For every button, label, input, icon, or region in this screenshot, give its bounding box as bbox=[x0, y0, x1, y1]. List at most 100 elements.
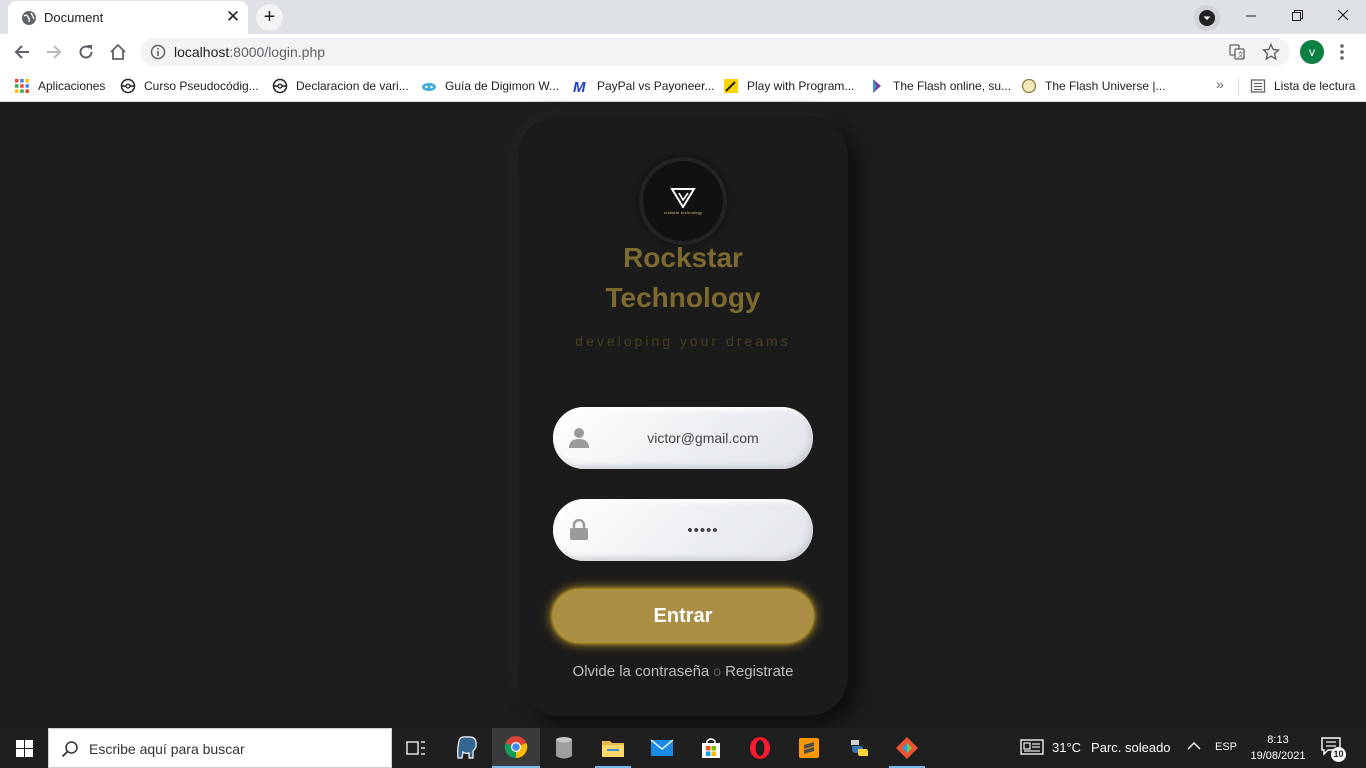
bookmark-label: Declaracion de vari... bbox=[296, 79, 409, 93]
back-button[interactable] bbox=[8, 38, 36, 66]
apps-grid-icon bbox=[15, 79, 29, 93]
search-icon bbox=[61, 741, 78, 758]
system-clock[interactable]: 8:13 19/08/2021 bbox=[1246, 732, 1310, 764]
new-tab-button[interactable]: + bbox=[256, 4, 283, 31]
more-menu-icon[interactable] bbox=[1334, 42, 1350, 62]
bookmark-paypal[interactable]: M PayPal vs Payoneer... bbox=[573, 77, 714, 95]
bookmark-label: PayPal vs Payoneer... bbox=[597, 79, 715, 93]
home-button[interactable] bbox=[104, 38, 132, 66]
bookmark-label: The Flash Universe |... bbox=[1045, 79, 1166, 93]
weather-condition: Parc. soleado bbox=[1091, 739, 1171, 755]
arrow-left-icon bbox=[14, 45, 29, 59]
taskbar-sublime[interactable] bbox=[785, 728, 833, 768]
play-chevron-icon bbox=[873, 79, 881, 93]
windows-logo-icon bbox=[15, 739, 33, 757]
lock-icon bbox=[570, 519, 588, 540]
language-indicator[interactable]: ESP bbox=[1215, 741, 1237, 753]
bookmark-flash-online[interactable]: The Flash online, su... bbox=[869, 77, 1011, 95]
bookmark-separator bbox=[1238, 78, 1239, 96]
slogan: developing your dreams bbox=[575, 333, 791, 349]
bookmark-star-icon[interactable] bbox=[1262, 43, 1280, 61]
user-icon bbox=[569, 428, 589, 448]
clock-time: 8:13 bbox=[1267, 734, 1289, 746]
tab-strip: Document ✕ + bbox=[0, 0, 1366, 34]
close-tab-icon[interactable]: ✕ bbox=[224, 8, 242, 26]
tab-search-button[interactable] bbox=[1194, 5, 1220, 31]
postgres-elephant-icon bbox=[457, 736, 477, 759]
close-window-button[interactable] bbox=[1320, 0, 1366, 30]
task-view-button[interactable] bbox=[392, 728, 440, 768]
svg-text:M: M bbox=[573, 79, 586, 94]
taskbar-chrome[interactable] bbox=[492, 728, 540, 768]
bookmark-curso-pseudocodigo[interactable]: Curso Pseudocódig... bbox=[120, 77, 259, 95]
python-icon bbox=[851, 740, 868, 756]
chrome-icon bbox=[504, 736, 528, 759]
login-submit-button[interactable]: Entrar bbox=[553, 590, 813, 642]
bookmark-declaracion[interactable]: Declaracion de vari... bbox=[272, 77, 409, 95]
address-bar[interactable]: localhost:8000/login.php 文 bbox=[140, 38, 1290, 66]
more-bookmarks-icon[interactable]: » bbox=[1216, 76, 1224, 92]
store-bag-icon bbox=[702, 738, 720, 758]
password-input[interactable] bbox=[613, 517, 793, 543]
clock-date: 19/08/2021 bbox=[1250, 750, 1306, 762]
sublime-icon bbox=[799, 738, 819, 758]
git-diamond-icon bbox=[896, 737, 918, 759]
chevron-up-icon[interactable] bbox=[1187, 741, 1201, 751]
brand-name: Rockstar Technology bbox=[518, 238, 848, 318]
notification-center-button[interactable]: 10 bbox=[1320, 736, 1346, 762]
browser-toolbar: localhost:8000/login.php 文 v bbox=[0, 34, 1366, 70]
arrow-right-icon bbox=[47, 45, 62, 59]
taskbar-opera[interactable] bbox=[736, 728, 784, 768]
reading-list-label: Lista de lectura bbox=[1274, 79, 1356, 93]
start-button[interactable] bbox=[0, 728, 48, 768]
search-placeholder: Escribe aquí para buscar bbox=[89, 741, 245, 757]
taskbar-python[interactable] bbox=[834, 728, 882, 768]
forgot-password-link[interactable]: Olvide la contraseña bbox=[573, 663, 710, 680]
bookmark-label: Play with Program... bbox=[747, 79, 855, 93]
reload-button[interactable] bbox=[72, 38, 100, 66]
url-text[interactable]: localhost:8000/login.php bbox=[174, 44, 325, 60]
bookmark-label: Aplicaciones bbox=[38, 79, 106, 93]
bookmark-apps[interactable]: Aplicaciones bbox=[14, 77, 105, 95]
reload-icon bbox=[79, 45, 93, 59]
company-logo: rockstar technology bbox=[643, 161, 723, 241]
taskbar-file-explorer[interactable] bbox=[589, 728, 637, 768]
weather-temperature: 31°C bbox=[1052, 739, 1082, 755]
taskbar-database[interactable] bbox=[540, 728, 588, 768]
opera-icon bbox=[750, 737, 770, 759]
bookmark-play-programming[interactable]: Play with Program... bbox=[723, 77, 854, 95]
taskbar-search[interactable]: Escribe aquí para buscar bbox=[48, 728, 392, 768]
bookmark-digimon[interactable]: Guía de Digimon W... bbox=[421, 77, 559, 95]
news-weather-icon bbox=[1020, 739, 1044, 755]
taskbar-git[interactable] bbox=[883, 728, 931, 768]
reading-list-icon bbox=[1250, 79, 1266, 93]
browser-tab[interactable]: Document ✕ bbox=[8, 1, 248, 34]
taskbar-postgres[interactable] bbox=[443, 728, 491, 768]
weather-widget[interactable]: 31°C Parc. soleado bbox=[1020, 739, 1171, 755]
restore-button[interactable] bbox=[1274, 0, 1320, 30]
auth-links: Olvide la contraseña o Registrate bbox=[518, 663, 848, 680]
taskbar-mail[interactable] bbox=[638, 728, 686, 768]
task-view-icon bbox=[406, 741, 425, 755]
password-field[interactable] bbox=[553, 499, 813, 561]
info-icon[interactable] bbox=[150, 44, 166, 60]
register-link[interactable]: Registrate bbox=[725, 663, 793, 680]
email-input[interactable] bbox=[613, 425, 793, 451]
pencil-icon bbox=[724, 79, 738, 93]
logo-mark-icon bbox=[670, 187, 696, 208]
pokeball-icon bbox=[272, 78, 288, 94]
email-field[interactable] bbox=[553, 407, 813, 469]
forward-button[interactable] bbox=[40, 38, 68, 66]
login-card: rockstar technology Rockstar Technology … bbox=[518, 116, 848, 716]
bookmarks-bar: Aplicaciones Curso Pseudocódig... Declar… bbox=[0, 70, 1366, 102]
tab-title: Document bbox=[44, 10, 104, 25]
taskbar-store[interactable] bbox=[687, 728, 735, 768]
profile-avatar[interactable]: v bbox=[1300, 40, 1324, 64]
translate-icon[interactable]: 文 bbox=[1229, 44, 1245, 60]
svg-text:文: 文 bbox=[1237, 50, 1244, 59]
chevron-down-circle-icon bbox=[1199, 10, 1215, 26]
bookmark-flash-universe[interactable]: The Flash Universe |... bbox=[1021, 77, 1166, 95]
minimize-button[interactable] bbox=[1228, 0, 1274, 30]
url-path: :8000/login.php bbox=[229, 44, 326, 60]
reading-list-button[interactable]: Lista de lectura bbox=[1250, 77, 1355, 95]
